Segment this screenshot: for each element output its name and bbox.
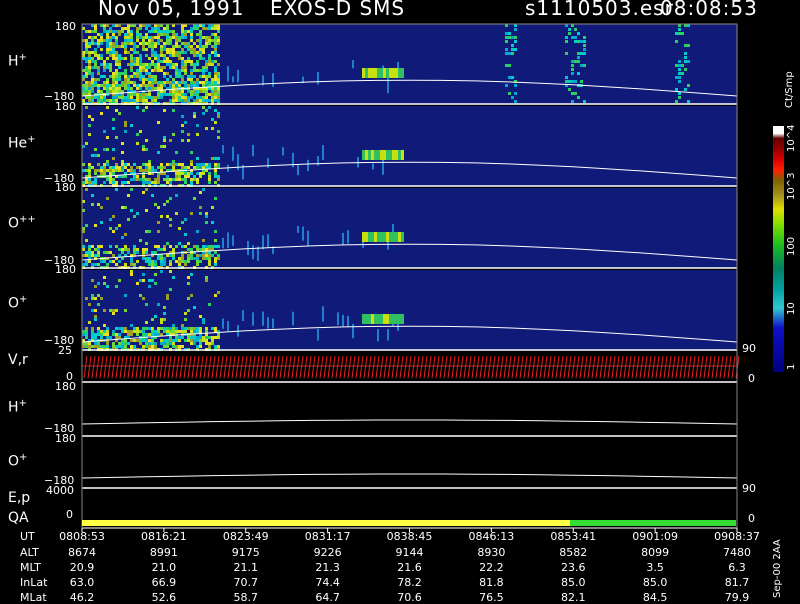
footer-cell: 7480: [723, 546, 751, 559]
footer-cell: 8674: [68, 546, 96, 559]
qa-bar-yellow: [82, 520, 570, 526]
heatmap-he-plus: [81, 106, 738, 187]
footer-stamp: Sep-00 2AA: [772, 539, 783, 598]
footer-cell: 9144: [395, 546, 424, 559]
footer-cell: 58.7: [233, 591, 259, 604]
footer-cell: 0908:37: [714, 530, 760, 543]
footer-cell: 74.4: [315, 576, 340, 589]
footer-cell: 8930: [477, 546, 506, 559]
footer-cell: 79.9: [724, 591, 750, 604]
footer-cell: 21.3: [315, 561, 340, 574]
vr-panel-plot: [82, 352, 740, 380]
ytick-he-top: 180: [55, 100, 76, 113]
footer-cell: 8582: [559, 546, 588, 559]
footer-cell: 46.2: [69, 591, 95, 604]
footer-cell: 0823:49: [222, 530, 269, 543]
footer-cell: 8991: [149, 546, 178, 559]
colorbar-tick-10: 10: [786, 302, 797, 315]
footer-cell: 63.0: [69, 576, 95, 589]
footer-cell: 82.1: [561, 591, 586, 604]
footer-cell: 8099: [641, 546, 670, 559]
ytick-h2-top: 180: [55, 380, 76, 393]
footer-cell: 0816:21: [141, 530, 187, 543]
footer-cell: 0838:45: [386, 530, 433, 543]
footer-cell: 66.9: [151, 576, 177, 589]
footer-cell: 70.6: [397, 591, 422, 604]
colorbar-tick-100: 100: [786, 236, 797, 256]
rtick-ep-90: 90: [742, 482, 756, 495]
label-he-plus: He+: [8, 134, 36, 152]
footer-cell: 21.6: [397, 561, 422, 574]
ytick-qa-bot: 0: [66, 508, 73, 521]
footer-cell: 23.6: [561, 561, 586, 574]
footer-cell: 3.5: [646, 561, 664, 574]
header-mission: EXOS-D SMS: [270, 0, 406, 20]
label-ep: E,p: [8, 490, 31, 506]
colorbar-tick-1000: 10^3: [786, 172, 797, 200]
h-plus-2-trace: [81, 419, 738, 425]
heatmap-h-plus: [81, 24, 738, 105]
label-qa: QA: [8, 510, 29, 526]
heatmap-o-plus: [81, 270, 738, 351]
footer-label-inlat: InLat: [20, 576, 48, 589]
footer-cell: 21.1: [233, 561, 259, 574]
footer-cell: 0846:13: [468, 530, 515, 543]
label-vr: V,r: [8, 352, 28, 368]
header-file: s1110503.esr: [525, 0, 674, 20]
ytick-opp-top: 180: [55, 181, 76, 194]
footer-label-mlat: MLat: [20, 591, 47, 604]
colorbar: [773, 126, 784, 372]
footer-cell: 81.7: [724, 576, 750, 589]
rtick-vr-0: 0: [748, 372, 755, 385]
label-h-plus-2: H+: [8, 398, 27, 416]
footer-cell: 78.2: [397, 576, 422, 589]
colorbar-title: Ct/Smp: [784, 71, 795, 108]
footer-cell: 9226: [313, 546, 342, 559]
rtick-vr-90: 90: [742, 342, 756, 355]
footer-cell: 22.2: [479, 561, 504, 574]
footer-cell: 64.7: [315, 591, 340, 604]
colorbar-tick-1: 1: [786, 363, 797, 370]
ytick-op-top: 180: [55, 263, 76, 276]
footer-label-ut: UT: [20, 530, 35, 543]
label-o-pp: O++: [8, 214, 36, 232]
ytick-o2-top: 180: [55, 432, 76, 445]
footer-cell: 85.0: [642, 576, 668, 589]
footer-cell: 70.7: [233, 576, 259, 589]
ytick-ep-top: 4000: [46, 484, 74, 497]
footer-label-alt: ALT: [20, 546, 39, 559]
footer-cell: 21.0: [151, 561, 177, 574]
footer-cell: 0901:09: [632, 530, 678, 543]
rtick-qa-0: 0: [748, 512, 755, 525]
footer-cell: 84.5: [642, 591, 668, 604]
ytick-h-top: 180: [55, 20, 76, 33]
label-o-plus: O+: [8, 294, 28, 312]
heatmap-o-pp: [81, 188, 738, 269]
footer-cell: 6.3: [728, 561, 746, 574]
footer-cell: 52.6: [151, 591, 177, 604]
label-h-plus: H+: [8, 52, 27, 70]
footer-cell: 81.8: [479, 576, 504, 589]
footer-cell: 76.5: [479, 591, 504, 604]
footer-cell: 0831:17: [304, 530, 351, 543]
footer-cell: 85.0: [561, 576, 586, 589]
footer-cell: 0853:41: [550, 530, 597, 543]
header-date: Nov 05, 1991: [98, 0, 245, 20]
qa-bar-green: [570, 520, 736, 526]
colorbar-tick-10000: 10^4: [786, 124, 797, 152]
footer-cell: 20.9: [69, 561, 95, 574]
footer-label-mlt: MLT: [20, 561, 41, 574]
chart-canvas: [81, 23, 784, 532]
header-time: 08:08:53: [660, 0, 758, 20]
label-o-plus-2: O+: [8, 452, 28, 470]
footer-cell: 0808:53: [59, 530, 105, 543]
o-plus-2-trace: [81, 473, 738, 479]
footer-cell: 9175: [231, 546, 260, 559]
ytick-vr-top: 25: [58, 344, 72, 357]
